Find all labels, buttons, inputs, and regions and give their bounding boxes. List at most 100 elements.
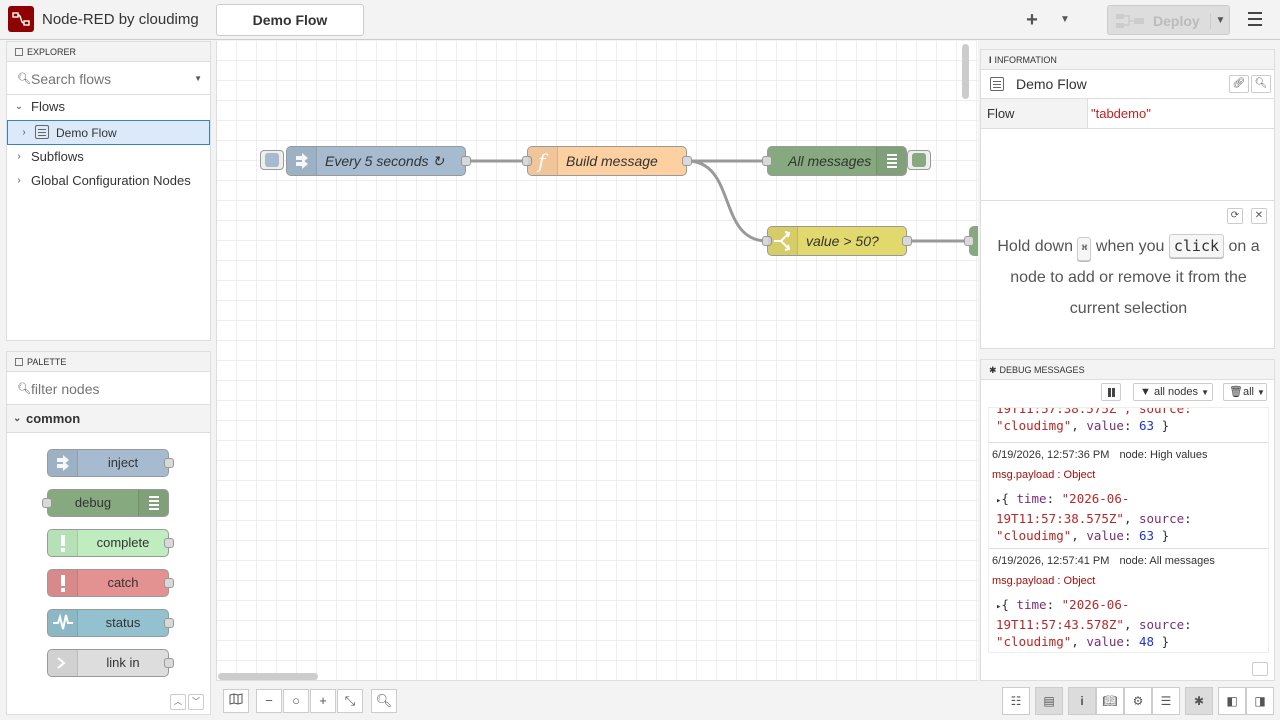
palette-node-link-in[interactable]: link in [47,649,174,677]
output-port[interactable] [164,578,174,588]
palette-header: PALETTE [7,352,210,372]
flow-node-inject[interactable]: Every 5 seconds ↻ [286,146,471,176]
debug-bug-icon[interactable]: ✱ [1185,687,1213,715]
close-icon[interactable]: ✕ [1251,208,1267,224]
debug-payload[interactable]: ▸{ time: "2026-06- 19T11:57:43.578Z", sou… [996,596,1266,650]
palette-node-status[interactable]: status [47,609,174,637]
debug-message-partial: 19T11:57:38.575Z", source: "cloudimg", va… [989,408,1268,443]
deploy-label: Deploy [1153,13,1200,29]
debug-node-link[interactable]: node: High values [1119,449,1207,461]
expand-caret-icon: ▸ [996,496,1002,506]
flow-node-function[interactable]: f Build message [522,146,692,176]
palette-panel: PALETTE 🔍︎ ⌄ common inject debug complet… [6,351,211,715]
palette-list-icon[interactable]: ▤ [1035,687,1063,715]
search-options-chevron-down-icon[interactable]: ▼ [194,74,202,83]
palette-icon [15,358,23,366]
palette-category-common[interactable]: ⌄ common [7,405,210,433]
filter-nodes: 🔍︎ [7,373,210,405]
wire-function-to-switch [686,159,768,243]
chevron-right-icon[interactable]: › [18,121,30,145]
debug-message: 6/19/2026, 12:57:41 PM node: All messages… [989,549,1268,652]
explorer-icon [15,48,23,56]
output-port[interactable] [902,236,912,246]
pause-icon[interactable] [1101,383,1121,401]
help-book-icon[interactable]: 📖︎ [1096,687,1124,715]
output-port[interactable] [682,156,692,166]
click-key: click [1168,234,1225,258]
chevron-down-icon[interactable]: ⌄ [13,405,21,433]
debug-node-link[interactable]: node: All messages [1119,555,1214,567]
output-port[interactable] [164,458,174,468]
inject-trigger-button[interactable] [260,150,284,170]
chevron-right-icon[interactable]: › [13,169,25,193]
flow-list-chevron-down-icon[interactable]: ▼ [1052,8,1078,32]
workspace-toolbar: − ○ + ⤡ 🔍︎ [216,680,978,720]
config-gear-icon[interactable]: ⚙ [1124,687,1152,715]
zoom-in-icon[interactable]: + [310,689,336,713]
output-port[interactable] [164,618,174,628]
tree-item-flows[interactable]: ⌄ Flows [7,95,210,119]
main-menu-hamburger-icon[interactable] [1242,8,1268,32]
input-port[interactable] [964,236,974,246]
context-database-icon[interactable]: ☰ [1152,687,1180,715]
search-icon: 🔍︎ [17,73,31,85]
tree-item-subflows[interactable]: › Subflows [7,145,210,169]
toggle-left-sidebar-icon[interactable]: ◧ [1218,687,1246,715]
debug-toggle-button[interactable] [907,150,931,170]
deploy-button[interactable]: Deploy ▼ [1107,5,1230,35]
palette-node-inject[interactable]: inject [47,449,174,477]
flow-workspace[interactable]: Every 5 seconds ↻ f Build message All me… [216,41,978,680]
open-debug-window-icon[interactable] [1252,662,1268,676]
tips-panel: ⟳ ✕ Hold down ⌘ when you click on a node… [981,200,1274,348]
chevron-right-icon[interactable]: › [13,145,25,169]
add-flow-button[interactable]: + [1018,8,1046,32]
palette-node-catch[interactable]: catch [47,569,174,597]
tip-text: Hold down ⌘ when you click on a node to … [991,231,1266,324]
filter-icon: ▼ [1140,386,1151,398]
chevron-down-icon: ▼ [1201,388,1209,397]
zoom-reset-icon[interactable]: ○ [283,689,309,713]
input-port[interactable] [762,156,772,166]
deploy-icon [1116,14,1144,28]
search-icon[interactable]: 🔍︎ [371,689,397,713]
toggle-right-sidebar-icon[interactable]: ◨ [1246,687,1274,715]
tab-demo-flow[interactable]: Demo Flow [216,4,364,36]
navigator-map-icon[interactable] [223,689,249,713]
output-port[interactable] [164,538,174,548]
info-icon[interactable]: i [1068,687,1096,715]
expand-all-chevron-down-icon[interactable]: ﹀ [188,694,204,710]
output-port[interactable] [461,156,471,166]
palette-node-complete[interactable]: complete [47,529,174,557]
flow-node-partial[interactable] [964,226,978,256]
node-red-logo-icon [8,6,34,32]
search-flows-input[interactable] [31,69,191,89]
debug-clear-button[interactable]: 🗑︎all ▼ [1223,383,1267,401]
flow-node-debug-all-messages[interactable]: All messages [762,146,907,176]
flow-node-switch[interactable]: value > 50? [762,226,912,256]
horizontal-scrollbar[interactable] [218,673,318,680]
chevron-down-icon[interactable]: ⌄ [13,95,25,119]
debug-message-list[interactable]: 19T11:57:38.575Z", source: "cloudimg", va… [988,407,1269,653]
zoom-out-icon[interactable]: − [256,689,282,713]
debug-list-icon [876,147,906,175]
filter-nodes-input[interactable] [31,379,201,399]
output-port[interactable] [164,658,174,668]
explorer-tree-icon[interactable]: ☷ [1002,687,1030,715]
palette-node-debug[interactable]: debug [42,489,169,517]
tree-item-global-config[interactable]: › Global Configuration Nodes [7,169,210,193]
zoom-fit-icon[interactable]: ⤡ [337,689,363,713]
info-property-key: Flow [981,99,1088,128]
complete-alert-icon [48,530,78,556]
link-icon[interactable]: 🔗︎ [1229,75,1249,93]
debug-time: 6/19/2026, 12:57:36 PM [992,449,1110,461]
search-icon[interactable]: 🔍︎ [1251,75,1271,93]
debug-payload[interactable]: ▸{ time: "2026-06- 19T11:57:38.575Z", sou… [996,490,1266,544]
switch-icon [768,227,798,255]
debug-filter-select[interactable]: ▼ all nodes ▼ [1133,383,1213,401]
tree-item-demo-flow[interactable]: › Demo Flow [7,120,210,145]
deploy-menu-chevron-down-icon[interactable]: ▼ [1210,13,1230,29]
refresh-tip-icon[interactable]: ⟳ [1227,208,1243,224]
palette-footer: ︿ ﹀ [168,691,204,710]
collapse-all-chevron-up-icon[interactable]: ︿ [170,694,186,710]
vertical-scrollbar[interactable] [962,44,969,99]
